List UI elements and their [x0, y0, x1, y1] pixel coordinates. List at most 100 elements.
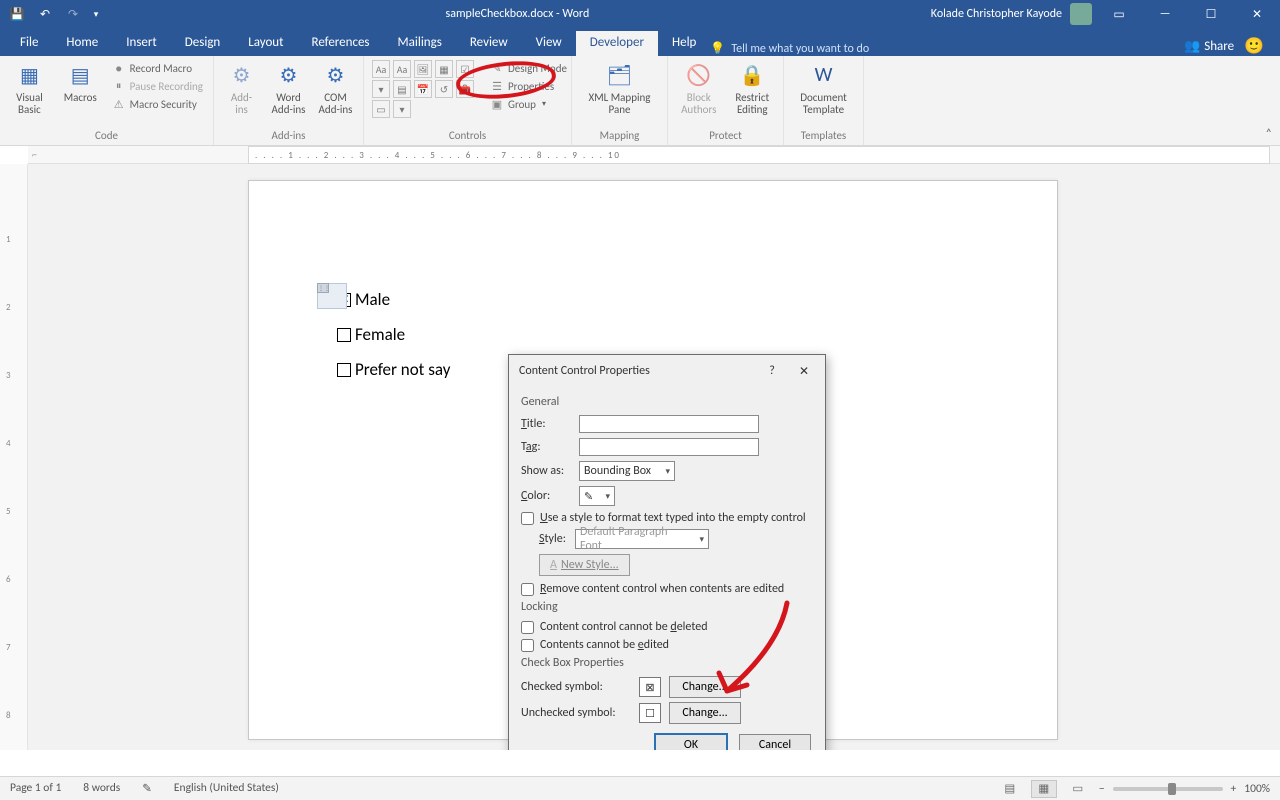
tab-insert[interactable]: Insert [112, 31, 171, 56]
cancel-button[interactable]: Cancel [739, 734, 811, 750]
tab-layout[interactable]: Layout [234, 31, 297, 56]
datepicker-control-icon[interactable]: 📅 [414, 80, 432, 98]
tab-mailings[interactable]: Mailings [384, 31, 456, 56]
macros-icon: ▤ [65, 60, 95, 90]
tab-help[interactable]: Help [658, 31, 710, 56]
maximize-icon[interactable]: ☐ [1188, 0, 1234, 28]
tab-home[interactable]: Home [52, 31, 112, 56]
tab-design[interactable]: Design [171, 31, 234, 56]
zoom-level[interactable]: 100% [1244, 782, 1270, 796]
addins-button[interactable]: ⚙Add- ins [222, 60, 261, 116]
user-name[interactable]: Kolade Christopher Kayode [931, 7, 1062, 21]
feedback-smiley-icon[interactable]: 🙂 [1244, 36, 1264, 56]
word-count[interactable]: 8 words [83, 781, 120, 796]
print-layout-icon[interactable]: ▦ [1031, 780, 1057, 798]
ribbon-options-icon[interactable]: ▭ [1096, 0, 1142, 28]
buildingblock-control-icon[interactable]: ▦ [435, 60, 453, 78]
record-macro-button[interactable]: ●Record Macro [110, 60, 205, 76]
ok-button[interactable]: OK [655, 734, 727, 750]
tab-review[interactable]: Review [456, 31, 522, 56]
redo-icon[interactable]: ↷ [62, 3, 84, 25]
ruler-h-scale[interactable]: . . . . 1 . . . 2 . . . 3 . . . 4 . . . … [248, 146, 1270, 164]
undo-icon[interactable]: ↶ [34, 3, 56, 25]
zoom-slider[interactable] [1113, 787, 1223, 791]
legacy-form-icon[interactable]: ▭ [372, 100, 390, 118]
use-style-checkbox[interactable] [521, 512, 534, 525]
avatar[interactable] [1070, 3, 1092, 25]
read-mode-icon[interactable]: ▤ [997, 780, 1023, 798]
macros-button[interactable]: ▤ Macros [59, 60, 102, 104]
restrict-editing-button[interactable]: 🔒Restrict Editing [730, 60, 776, 116]
document-body[interactable]: ⋮⋮ ✕ Male Female Prefer not say [337, 289, 450, 394]
word-addins-icon: ⚙ [274, 60, 304, 90]
repeating-control-icon[interactable]: ↺ [435, 80, 453, 98]
tag-input[interactable] [579, 438, 759, 456]
dialog-close-icon[interactable]: ✕ [791, 361, 817, 381]
quick-access-toolbar: 💾 ↶ ↷ ▾ [0, 3, 108, 25]
web-layout-icon[interactable]: ▭ [1065, 780, 1091, 798]
tell-me-label: Tell me what you want to do [731, 42, 869, 56]
tab-file[interactable]: File [6, 31, 52, 56]
content-control-male[interactable]: ⋮⋮ ✕ Male [337, 289, 450, 310]
content-control-prefer[interactable]: Prefer not say [337, 359, 450, 380]
restrict-editing-icon: 🔒 [737, 60, 767, 90]
qat-customize-icon[interactable]: ▾ [90, 3, 102, 25]
remove-cc-checkbox[interactable] [521, 583, 534, 596]
change-checked-button[interactable]: Change... [669, 676, 741, 698]
label-unchecked-symbol: Unchecked symbol: [521, 706, 631, 720]
remove-cc-label: Remove content control when contents are… [540, 582, 784, 596]
title-bar: 💾 ↶ ↷ ▾ sampleCheckbox.docx - Word Kolad… [0, 0, 1280, 28]
macro-security-button[interactable]: ⚠Macro Security [110, 96, 205, 112]
tell-me[interactable]: 💡 Tell me what you want to do [710, 41, 869, 56]
richtext-control-icon[interactable]: Aa [372, 60, 390, 78]
word-addins-button[interactable]: ⚙Word Add-ins [269, 60, 308, 116]
combobox-control-icon[interactable]: ▾ [372, 80, 390, 98]
section-general: General [521, 395, 813, 409]
title-input[interactable] [579, 415, 759, 433]
ribbon-group-protect: 🚫Block Authors 🔒Restrict Editing Protect [668, 56, 784, 145]
design-mode-button[interactable]: ✎Design Mode [488, 60, 569, 76]
xml-mapping-button[interactable]: 🗂XML Mapping Pane [580, 60, 659, 116]
tab-developer[interactable]: Developer [576, 31, 658, 56]
group-button[interactable]: ▣Group▾ [488, 96, 569, 112]
xml-mapping-icon: 🗂 [605, 60, 635, 90]
content-control-handle-icon[interactable]: ⋮⋮ [317, 283, 329, 293]
legacy-tools-icon[interactable]: 🧰 [456, 80, 474, 98]
showas-select[interactable]: Bounding Box [579, 461, 675, 481]
save-icon[interactable]: 💾 [6, 3, 28, 25]
checkbox-unchecked-icon[interactable] [337, 328, 351, 342]
tab-selector-icon[interactable]: ⌐ [32, 148, 37, 161]
content-control-female[interactable]: Female [337, 324, 450, 345]
share-button[interactable]: 👥 Share [1184, 39, 1234, 54]
picture-control-icon[interactable]: 🖼 [414, 60, 432, 78]
minimize-icon[interactable]: — [1142, 0, 1188, 28]
change-unchecked-button[interactable]: Change... [669, 702, 741, 724]
com-addins-button[interactable]: ⚙COM Add-ins [316, 60, 355, 116]
plaintext-control-icon[interactable]: Aa [393, 60, 411, 78]
dropdown-control-icon[interactable]: ▤ [393, 80, 411, 98]
zoom-out-icon[interactable]: − [1099, 782, 1105, 796]
proofing-icon[interactable]: ✎ [142, 781, 152, 796]
cannot-delete-checkbox[interactable] [521, 621, 534, 634]
dialog-help-icon[interactable]: ? [759, 361, 785, 381]
label-tag: Tag: [521, 440, 579, 454]
close-icon[interactable]: ✕ [1234, 0, 1280, 28]
ribbon-group-templates: WDocument Template Templates [784, 56, 864, 145]
checkbox-unchecked-icon[interactable] [337, 363, 351, 377]
design-mode-icon: ✎ [490, 61, 504, 75]
visual-basic-button[interactable]: ▦ Visual Basic [8, 60, 51, 116]
language-indicator[interactable]: English (United States) [174, 781, 279, 796]
properties-button[interactable]: ☰Properties [488, 78, 569, 94]
zoom-in-icon[interactable]: + [1231, 782, 1237, 796]
checkbox-control-icon[interactable]: ☑ [456, 60, 474, 78]
addins-icon: ⚙ [227, 60, 257, 90]
tab-references[interactable]: References [298, 31, 384, 56]
ruler-vertical[interactable]: 1 2 3 4 5 6 7 8 [0, 164, 28, 750]
color-picker[interactable]: ✎ [579, 486, 615, 506]
page-indicator[interactable]: Page 1 of 1 [10, 781, 61, 796]
legacy-dropdown-icon[interactable]: ▾ [393, 100, 411, 118]
tab-view[interactable]: View [522, 31, 576, 56]
document-template-button[interactable]: WDocument Template [792, 60, 855, 116]
cannot-edit-checkbox[interactable] [521, 639, 534, 652]
collapse-ribbon-icon[interactable]: ˄ [1266, 127, 1272, 141]
